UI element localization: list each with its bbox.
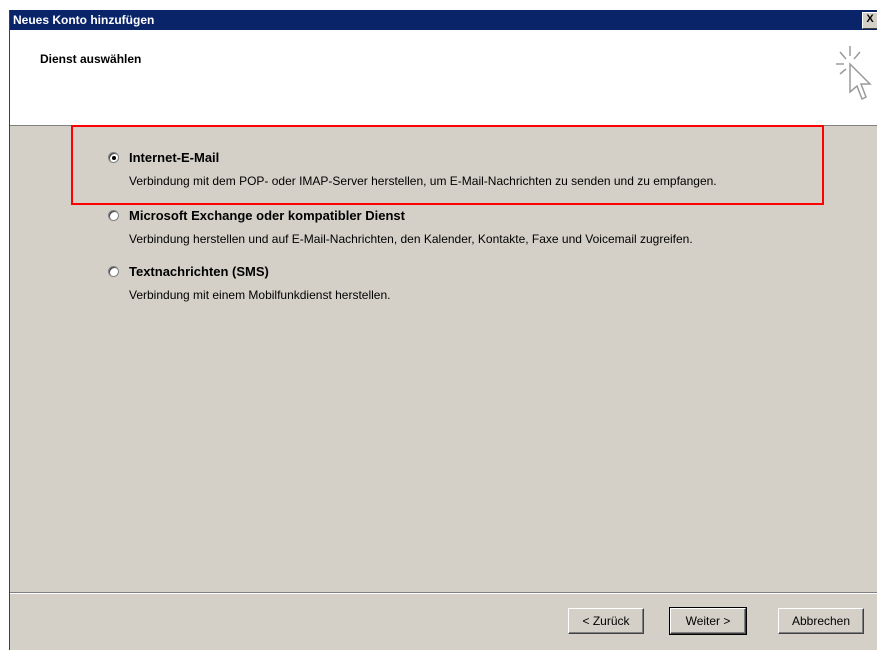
back-button[interactable]: < Zurück (568, 608, 644, 634)
add-account-dialog: Neues Konto hinzufügen X Dienst auswähle… (9, 10, 877, 650)
close-button[interactable]: X (862, 12, 877, 29)
highlight-box (71, 125, 824, 205)
footer-divider (10, 592, 877, 594)
option-description: Verbindung herstellen und auf E-Mail-Nac… (129, 232, 693, 246)
page-title: Dienst auswählen (40, 52, 142, 66)
wizard-header: Dienst auswählen (10, 30, 877, 126)
next-button[interactable]: Weiter > (669, 607, 747, 635)
window-title: Neues Konto hinzufügen (13, 13, 155, 27)
option-label[interactable]: Textnachrichten (SMS) (129, 264, 269, 279)
option-label[interactable]: Microsoft Exchange oder kompatibler Dien… (129, 208, 405, 223)
cursor-sparkle-icon (836, 46, 872, 101)
radio-exchange[interactable] (108, 210, 119, 221)
radio-sms[interactable] (108, 266, 119, 277)
option-description: Verbindung mit einem Mobilfunkdienst her… (129, 288, 391, 302)
title-bar: Neues Konto hinzufügen X (10, 10, 877, 30)
cancel-button[interactable]: Abbrechen (778, 608, 864, 634)
